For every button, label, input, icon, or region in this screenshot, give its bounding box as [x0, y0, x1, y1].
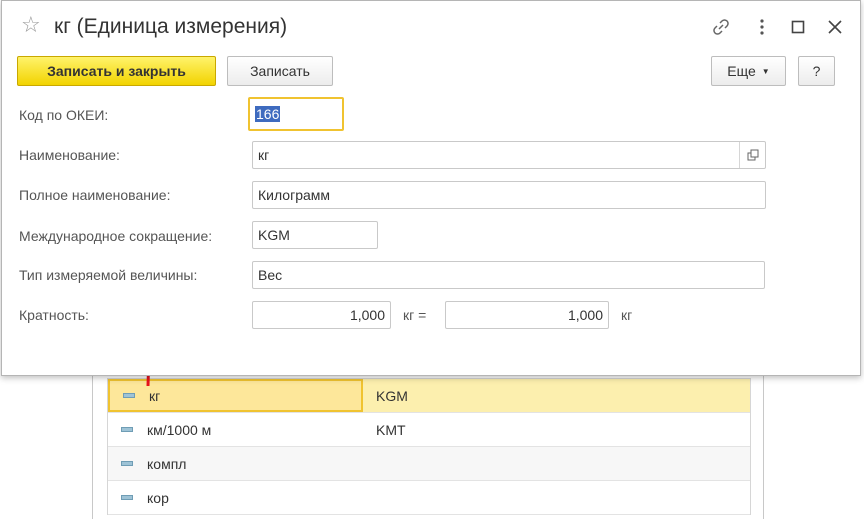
name-value: кг — [258, 147, 270, 163]
row-name-cell[interactable]: кор — [108, 481, 363, 514]
ratio-label: Кратность: — [19, 307, 89, 323]
okei-code-label: Код по ОКЕИ: — [19, 107, 109, 123]
row-name-cell[interactable]: компл — [108, 447, 363, 480]
item-marker-icon — [121, 461, 133, 466]
table-row[interactable]: компл — [108, 447, 750, 481]
item-marker-icon — [121, 427, 133, 432]
full-name-label: Полное наименование: — [19, 187, 171, 203]
quantity-type-label: Тип измеряемой величины: — [19, 267, 198, 283]
units-table: кг KGM км/1000 м KMT компл кор — [107, 378, 751, 515]
table-row[interactable]: кг KGM — [108, 379, 750, 413]
okei-code-value: 166 — [255, 106, 281, 122]
item-marker-icon — [121, 495, 133, 500]
table-row[interactable]: км/1000 м KMT — [108, 413, 750, 447]
intl-abbr-label: Международное сокращение: — [19, 228, 213, 244]
maximize-icon[interactable] — [786, 15, 810, 39]
help-button[interactable]: ? — [798, 56, 835, 86]
intl-abbr-input[interactable]: KGM — [252, 221, 378, 249]
quantity-type-input[interactable]: Вес — [252, 261, 765, 289]
name-input[interactable]: кг — [252, 141, 766, 169]
save-and-close-button[interactable]: Записать и закрыть — [17, 56, 216, 86]
star-icon[interactable]: ☆ — [21, 14, 41, 36]
more-actions-label: Еще — [727, 63, 756, 79]
full-name-input[interactable]: Килограмм — [252, 181, 766, 209]
unit-dialog: ☆ кг (Единица измерения) Записать и закр… — [1, 0, 861, 376]
close-icon[interactable] — [823, 15, 847, 39]
okei-code-input[interactable]: 166 — [248, 97, 344, 131]
row-code: KMT — [376, 421, 406, 438]
row-name: кг — [149, 387, 161, 404]
dropdown-arrow-icon: ▼ — [761, 66, 770, 76]
row-name: компл — [147, 455, 187, 472]
link-icon[interactable] — [709, 15, 733, 39]
more-icon[interactable] — [750, 15, 774, 39]
save-button[interactable]: Записать — [227, 56, 333, 86]
ratio-input-2[interactable]: 1,000 — [445, 301, 609, 329]
table-row[interactable]: кор — [108, 481, 750, 515]
ratio-input-1[interactable]: 1,000 — [252, 301, 391, 329]
name-label: Наименование: — [19, 147, 120, 163]
row-name-cell[interactable]: км/1000 м — [108, 413, 363, 446]
ratio-unit-2: кг — [621, 307, 633, 323]
ratio-unit-1: кг = — [403, 307, 427, 323]
dialog-title: кг (Единица измерения) — [54, 15, 288, 38]
row-name: кор — [147, 489, 169, 506]
row-name: км/1000 м — [147, 421, 212, 438]
more-actions-button[interactable]: Еще ▼ — [711, 56, 786, 86]
row-code: KGM — [376, 387, 408, 404]
item-marker-icon — [123, 393, 135, 398]
open-icon[interactable] — [739, 142, 765, 168]
